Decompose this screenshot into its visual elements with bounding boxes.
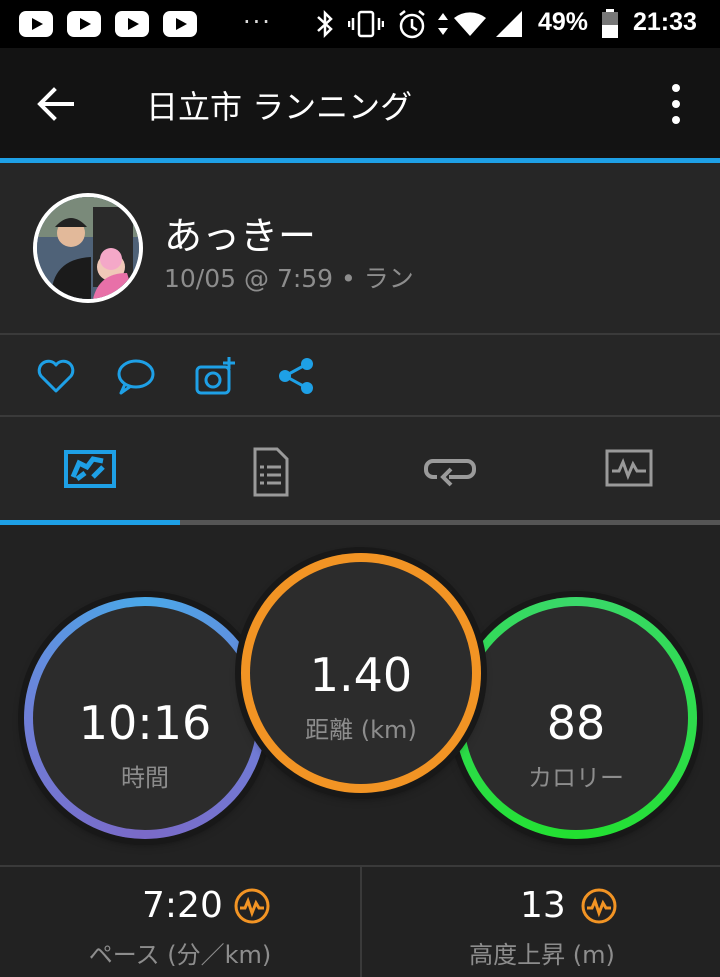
clock: 21:33 xyxy=(633,8,697,36)
wifi-icon xyxy=(454,12,486,36)
distance-value: 1.40 xyxy=(309,648,413,702)
activity-meta: 10/05 @ 7:59 • ラン xyxy=(164,264,414,293)
pace-activity-icon xyxy=(234,888,270,924)
calories-label: カロリー xyxy=(528,764,624,792)
battery-icon xyxy=(602,9,618,38)
calories-stat: 88 カロリー xyxy=(455,597,697,839)
add-photo-icon[interactable] xyxy=(195,355,237,397)
pace-label: ペース (分／km) xyxy=(88,941,272,969)
pace-metric[interactable]: 7:20 ペース (分／km) xyxy=(0,867,360,977)
data-arrows-icon xyxy=(438,13,448,35)
calories-value: 88 xyxy=(546,696,606,750)
map-overview-icon xyxy=(64,450,116,488)
tab-details[interactable] xyxy=(180,417,360,523)
youtube-icon xyxy=(67,11,101,37)
youtube-icon xyxy=(163,11,197,37)
time-value: 10:16 xyxy=(78,696,212,750)
distance-label: 距離 (km) xyxy=(305,716,417,744)
elevation-value: 13 xyxy=(520,885,566,926)
tab-charts[interactable] xyxy=(540,417,720,523)
youtube-icon xyxy=(115,11,149,37)
laps-loop-icon xyxy=(424,459,476,487)
alarm-icon xyxy=(399,10,425,39)
more-vertical-icon[interactable] xyxy=(662,82,690,126)
status-bar: ··· 49% 21:33 xyxy=(0,0,720,48)
arrow-left-icon[interactable] xyxy=(34,84,78,124)
avatar-photo xyxy=(37,197,139,299)
secondary-metrics: 7:20 ペース (分／km) 13 高度上昇 (m) xyxy=(0,865,720,977)
youtube-icon xyxy=(19,11,53,37)
signal-icon xyxy=(496,11,522,37)
page-title: 日立市 ランニング xyxy=(146,88,413,126)
elevation-activity-icon xyxy=(581,888,617,924)
comment-icon[interactable] xyxy=(115,355,157,397)
distance-stat: 1.40 距離 (km) xyxy=(241,553,481,793)
user-name[interactable]: あっきー xyxy=(164,205,316,260)
heart-icon[interactable] xyxy=(35,355,77,397)
more-notifications: ··· xyxy=(243,8,272,36)
vibrate-icon xyxy=(348,10,384,38)
activity-owner: あっきー 10/05 @ 7:59 • ラン xyxy=(0,163,720,335)
time-label: 時間 xyxy=(121,764,169,792)
battery-percent: 49% xyxy=(538,8,589,36)
time-stat: 10:16 時間 xyxy=(24,597,266,839)
avatar[interactable] xyxy=(33,193,143,303)
details-list-icon xyxy=(253,447,289,497)
action-bar xyxy=(0,335,720,417)
bluetooth-icon xyxy=(317,9,333,39)
elevation-metric[interactable]: 13 高度上昇 (m) xyxy=(360,867,720,977)
tab-overview[interactable] xyxy=(0,417,180,523)
stats-summary: 10:16 時間 88 カロリー 1.40 距離 (km) xyxy=(0,525,720,865)
elevation-label: 高度上昇 (m) xyxy=(469,941,615,969)
share-icon[interactable] xyxy=(276,355,318,397)
tab-laps[interactable] xyxy=(360,417,540,523)
app-bar: 日立市 ランニング xyxy=(0,48,720,160)
pace-value: 7:20 xyxy=(142,885,223,926)
chart-icon xyxy=(605,449,653,487)
activity-tabs xyxy=(0,417,720,525)
